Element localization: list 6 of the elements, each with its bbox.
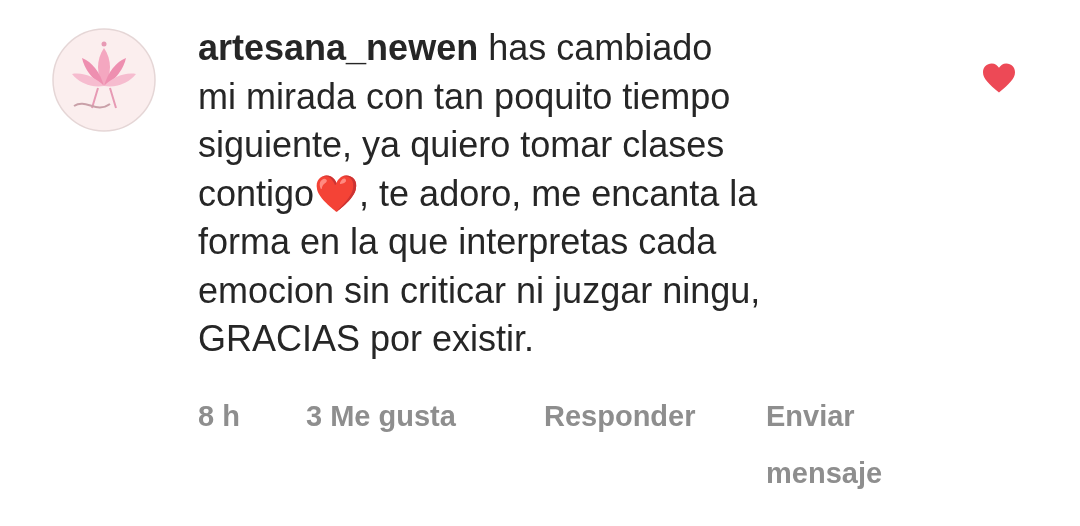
reply-button[interactable]: Responder <box>544 387 766 445</box>
comment-time: 8 h <box>198 398 241 434</box>
comment-text: artesana_newen has cambiado mi mirada con tan poquito tiempo siguiente, ya quiero tomar clases contigo❤, te adoro, me encanta la forma en la que interpretas cada emocion sin criticar ni juzgar ningu, GRACIAS por existir. <box>198 26 762 361</box>
send-message-button[interactable]: Enviar mensaje <box>766 387 883 502</box>
likes-link[interactable]: 3 Me gusta <box>306 387 544 445</box>
heart-icon[interactable] <box>981 62 1017 94</box>
